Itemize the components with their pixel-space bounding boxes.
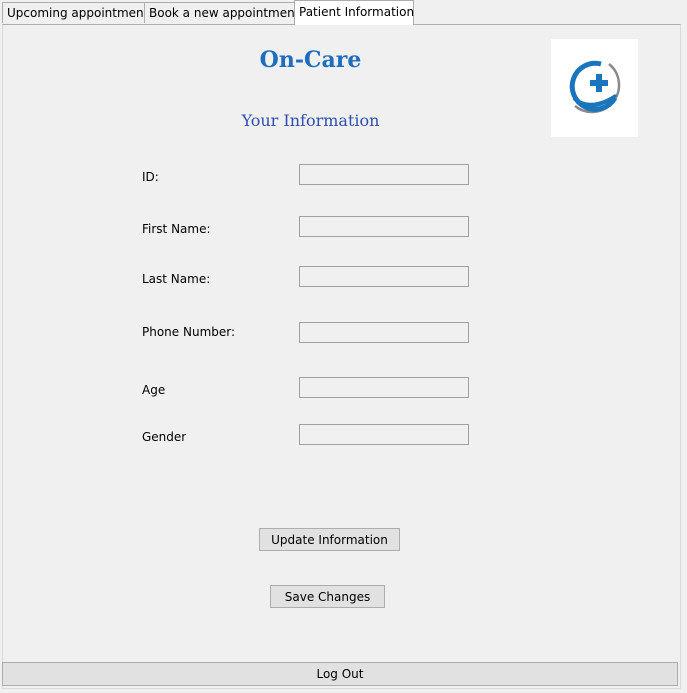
last-name-field[interactable]: [299, 266, 469, 287]
log-out-button[interactable]: Log Out: [2, 662, 678, 686]
phone-number-field[interactable]: [299, 322, 469, 343]
section-title: Your Information: [241, 111, 380, 130]
id-field[interactable]: [299, 164, 469, 185]
tab-upcoming-appointment[interactable]: Upcoming appointment: [2, 2, 148, 23]
patient-information-panel: On-Care Your Information ID: First Name:…: [2, 24, 681, 689]
hand-cross-medical-logo-icon: [569, 60, 621, 114]
first-name-field[interactable]: [299, 216, 469, 237]
phone-number-label: Phone Number:: [142, 325, 236, 339]
app-window: Upcoming appointment Book a new appointm…: [0, 0, 687, 693]
age-field[interactable]: [299, 377, 469, 398]
tab-bar: Upcoming appointment Book a new appointm…: [0, 0, 687, 25]
update-information-button[interactable]: Update Information: [259, 528, 400, 551]
age-label: Age: [142, 383, 166, 397]
tab-patient-information[interactable]: Patient Information: [294, 0, 414, 25]
first-name-label: First Name:: [142, 222, 211, 236]
gender-field[interactable]: [299, 424, 469, 445]
last-name-label: Last Name:: [142, 272, 211, 286]
app-title: On-Care: [259, 47, 362, 73]
id-label: ID:: [142, 170, 159, 184]
save-changes-button[interactable]: Save Changes: [270, 585, 385, 608]
logo: [551, 39, 638, 137]
gender-label: Gender: [142, 430, 187, 444]
tab-book-new-appointment[interactable]: Book a new appointment: [144, 2, 299, 23]
